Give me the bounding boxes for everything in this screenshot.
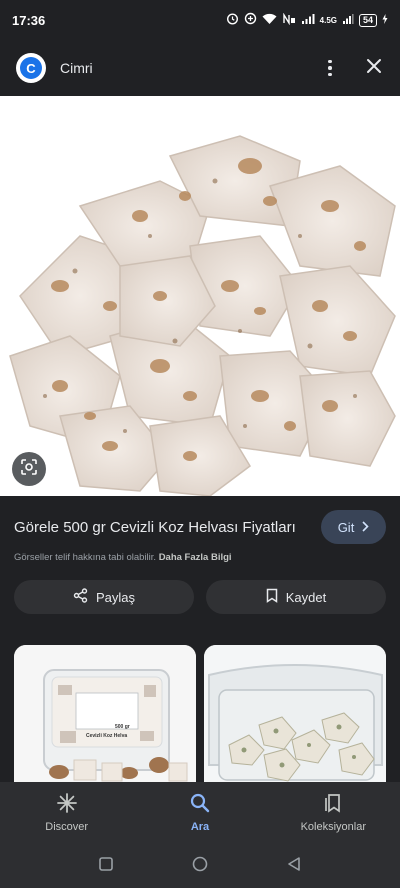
- signal-icon-1: [301, 13, 315, 28]
- share-icon: [73, 588, 88, 606]
- nav-item-collections[interactable]: Koleksiyonlar: [268, 793, 398, 833]
- bottom-navigation: Discover Ara Koleksiyonlar: [0, 782, 400, 844]
- lens-icon: [20, 458, 38, 481]
- search-icon: [190, 793, 210, 816]
- status-bar: 17:36 4.5G 54: [0, 0, 400, 40]
- collections-icon: [323, 793, 343, 816]
- alarm-icon: [226, 12, 239, 28]
- site-logo[interactable]: C: [16, 53, 46, 83]
- header-actions: [320, 58, 382, 79]
- charging-icon: [382, 13, 388, 27]
- share-button[interactable]: Paylaş: [14, 580, 194, 614]
- nav-label-collections: Koleksiyonlar: [300, 821, 367, 833]
- save-label: Kaydet: [285, 589, 327, 605]
- home-icon[interactable]: [192, 856, 208, 877]
- visit-button[interactable]: Git: [321, 510, 386, 544]
- nav-item-search[interactable]: Ara: [135, 793, 265, 833]
- save-button[interactable]: Kaydet: [206, 580, 386, 614]
- wifi-icon: [262, 13, 277, 28]
- result-title-row: Görele 500 gr Cevizli Koz Helvası Fiyatl…: [14, 510, 386, 544]
- nav-label-discover: Discover: [45, 821, 89, 833]
- more-options-icon[interactable]: [320, 58, 340, 78]
- battery-level: 54: [358, 13, 377, 27]
- recent-apps-icon[interactable]: [99, 856, 114, 876]
- visit-label: Git: [337, 519, 355, 535]
- status-time: 17:36: [12, 12, 46, 28]
- signal-icon-2: [342, 13, 354, 28]
- nav-label-search: Ara: [190, 821, 210, 833]
- network-type: 4.5G: [319, 15, 337, 25]
- related-images: 500 gr Cevizli Koz Helva: [14, 645, 386, 785]
- system-navigation: [0, 844, 400, 888]
- related-card-label-2: Cevizli Koz Helva: [86, 733, 128, 739]
- back-icon[interactable]: [287, 856, 301, 876]
- share-label: Paylaş: [95, 589, 136, 605]
- copyright-notice: Görseller telif hakkına tabi olabilir. D…: [14, 552, 232, 563]
- related-card-label-1: 500 gr: [115, 724, 130, 730]
- action-buttons: Paylaş Kaydet: [14, 580, 386, 614]
- nav-item-discover[interactable]: Discover: [2, 793, 132, 833]
- app-header: C Cimri: [0, 40, 400, 96]
- data-saver-icon: [244, 12, 257, 28]
- result-title[interactable]: Görele 500 gr Cevizli Koz Helvası Fiyatl…: [14, 519, 321, 536]
- related-image-card[interactable]: [204, 645, 386, 785]
- site-logo-letter: C: [20, 57, 42, 79]
- copyright-text: Görseller telif hakkına tabi olabilir.: [14, 552, 157, 563]
- related-image-card[interactable]: 500 gr Cevizli Koz Helva: [14, 645, 196, 785]
- product-image[interactable]: [0, 96, 400, 496]
- status-icons: 4.5G 54: [226, 12, 388, 28]
- lens-search-button[interactable]: [12, 452, 46, 486]
- more-info-link[interactable]: Daha Fazla Bilgi: [159, 552, 232, 563]
- site-name[interactable]: Cimri: [60, 60, 93, 76]
- asterisk-icon: [56, 793, 77, 816]
- volte-icon: [282, 12, 296, 28]
- bookmark-icon: [266, 588, 278, 606]
- chevron-right-icon: [362, 520, 369, 535]
- close-icon[interactable]: [366, 58, 382, 79]
